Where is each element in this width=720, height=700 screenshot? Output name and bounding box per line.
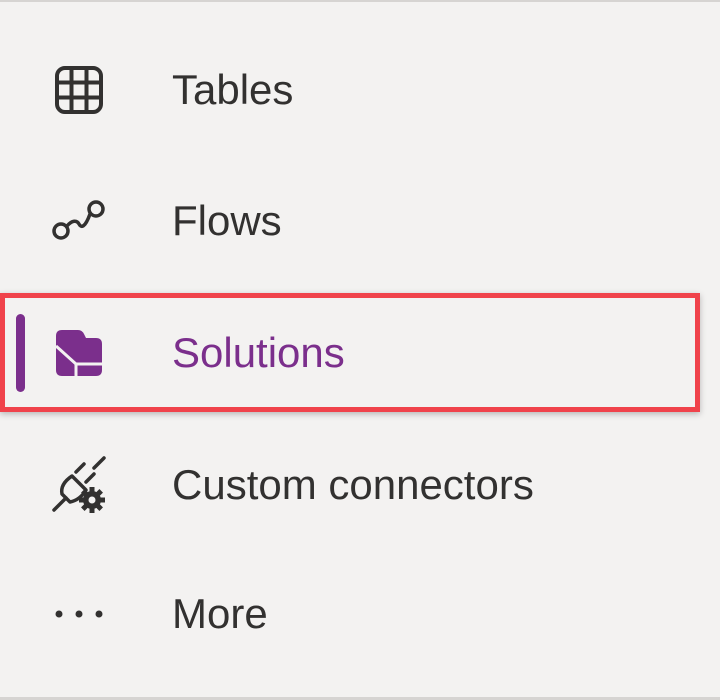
- nav-item-solutions[interactable]: Solutions: [0, 298, 720, 408]
- table-grid-icon: [50, 61, 108, 119]
- nav-item-label: Custom connectors: [172, 461, 534, 508]
- nav-item-flows[interactable]: Flows: [0, 166, 720, 276]
- nav-item-label: More: [172, 590, 268, 637]
- custom-connector-icon: [50, 456, 108, 514]
- selected-indicator: [16, 314, 25, 392]
- solutions-icon: [50, 324, 108, 382]
- flow-icon: [50, 192, 108, 250]
- nav-item-tables[interactable]: Tables: [0, 35, 720, 145]
- top-divider: [0, 0, 720, 2]
- nav-item-label: Solutions: [172, 329, 345, 376]
- nav-item-more[interactable]: More: [0, 559, 720, 669]
- nav-item-label: Flows: [172, 197, 282, 244]
- more-icon: [50, 585, 108, 643]
- nav-item-custom-connectors[interactable]: Custom connectors: [0, 430, 720, 540]
- nav-item-label: Tables: [172, 66, 294, 113]
